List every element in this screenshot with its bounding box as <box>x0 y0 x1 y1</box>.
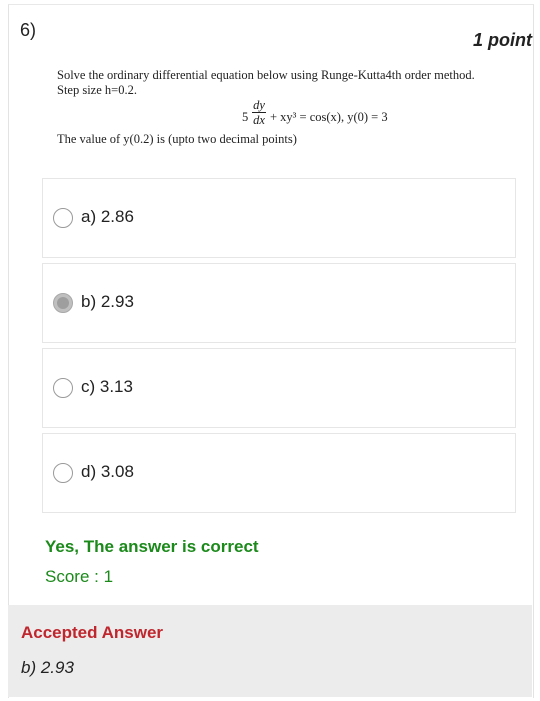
equation-denominator: dx <box>253 113 265 127</box>
equation-rest: + xy³ = cos(x), y(0) = 3 <box>270 110 388 124</box>
option-d-label: d) 3.08 <box>81 462 134 481</box>
accepted-answer-title: Accepted Answer <box>21 623 164 642</box>
equation-fraction: dy dx <box>252 99 266 127</box>
question-number: 6) <box>20 20 37 40</box>
option-a-label: a) 2.86 <box>81 207 134 226</box>
radio-button-a[interactable] <box>53 208 73 228</box>
question-prompt: The value of y(0.2) is (upto two decimal… <box>57 132 297 146</box>
question-points: 1 point <box>473 30 532 50</box>
option-b[interactable]: b) 2.93 <box>42 263 516 343</box>
option-d[interactable]: d) 3.08 <box>42 433 516 513</box>
option-c[interactable]: c) 3.13 <box>42 348 516 428</box>
radio-button-d[interactable] <box>53 463 73 483</box>
equation-numerator: dy <box>253 98 265 112</box>
feedback-message: Yes, The answer is correct <box>45 537 259 556</box>
option-b-label: b) 2.93 <box>81 292 134 311</box>
question-text-line-2: Step size h=0.2. <box>57 83 137 97</box>
accepted-answer-panel: Accepted Answer b) 2.93 <box>8 605 532 697</box>
question-text: Solve the ordinary differential equation… <box>57 68 527 98</box>
equation-coefficient: 5 <box>242 110 249 124</box>
radio-button-c[interactable] <box>53 378 73 398</box>
accepted-answer-value: b) 2.93 <box>21 658 74 677</box>
radio-button-b[interactable] <box>53 293 73 313</box>
question-text-line-1: Solve the ordinary differential equation… <box>57 68 475 82</box>
score-text: Score : 1 <box>45 567 114 586</box>
option-c-label: c) 3.13 <box>81 377 133 396</box>
option-a[interactable]: a) 2.86 <box>42 178 516 258</box>
